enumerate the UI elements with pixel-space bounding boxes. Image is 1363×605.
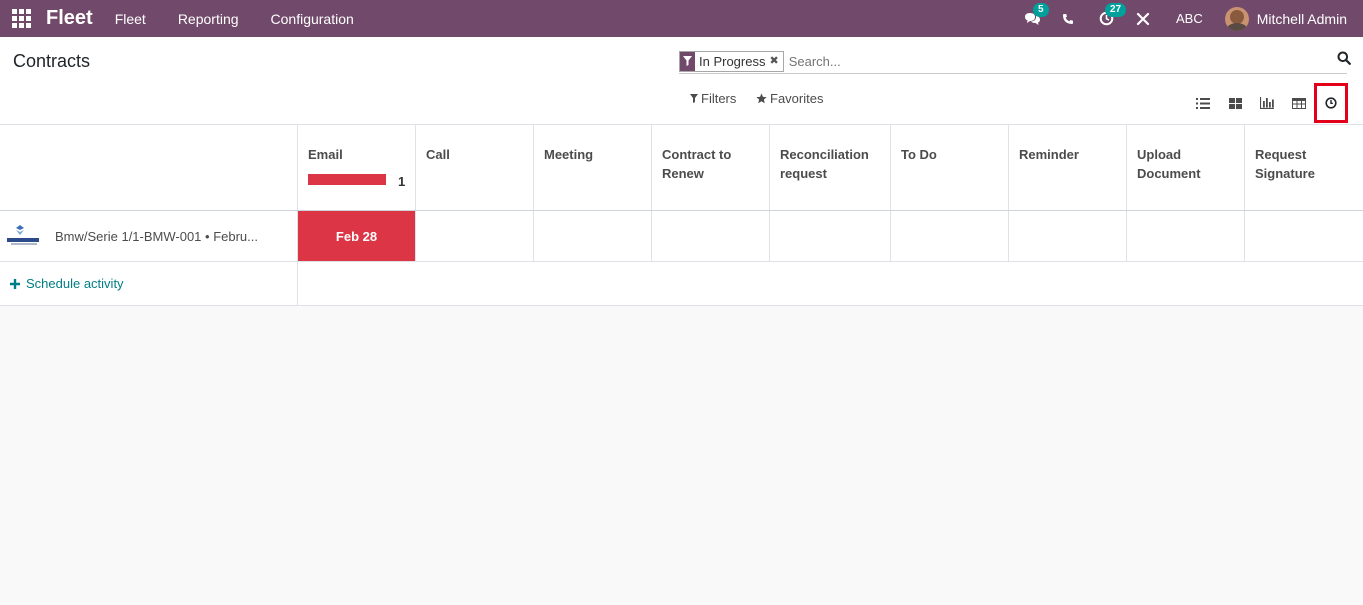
user-menu[interactable]: Mitchell Admin	[1257, 11, 1347, 27]
col-email-label: Email	[308, 147, 343, 162]
col-upload-document-label: Upload Document	[1137, 147, 1201, 181]
company-switcher[interactable]: ABC	[1176, 11, 1203, 26]
app-brand[interactable]: Fleet	[46, 7, 93, 30]
search-button[interactable]	[1337, 51, 1351, 68]
graph-view-icon	[1260, 97, 1274, 109]
filters-button[interactable]: Filters	[690, 91, 736, 106]
phone-icon	[1063, 13, 1073, 24]
col-to-do: To Do	[891, 125, 1009, 210]
user-avatar[interactable]	[1224, 6, 1249, 31]
messages-button[interactable]: 5	[1014, 0, 1050, 37]
activity-table: Email 1 Call Meeting Contract to Renew R…	[0, 125, 1363, 306]
menu-configuration[interactable]: Configuration	[271, 11, 354, 27]
record-header-cell	[0, 125, 298, 210]
schedule-row: Schedule activity	[0, 262, 1363, 306]
meeting-activity-cell[interactable]	[534, 211, 652, 261]
list-view-button[interactable]	[1187, 91, 1219, 115]
upload-document-activity-cell[interactable]	[1127, 211, 1245, 261]
col-to-do-label: To Do	[901, 147, 937, 162]
graph-view-button[interactable]	[1251, 91, 1283, 115]
activity-view-icon	[1325, 97, 1337, 109]
top-navbar: Fleet Fleet Reporting Configuration 5 27	[0, 0, 1363, 37]
vehicle-logo	[7, 224, 39, 248]
col-request-signature: Request Signature	[1245, 125, 1363, 210]
phone-button[interactable]	[1050, 0, 1086, 37]
filter-icon	[690, 94, 698, 103]
facet-value: In Progress	[699, 53, 766, 69]
activities-button[interactable]: 27	[1086, 0, 1127, 37]
email-activity-cell[interactable]: Feb 28	[298, 211, 416, 261]
filter-facet-icon	[680, 51, 695, 71]
schedule-empty-cell	[298, 262, 1363, 305]
col-meeting: Meeting	[534, 125, 652, 210]
schedule-activity-link[interactable]: Schedule activity	[0, 262, 297, 305]
star-icon	[756, 93, 767, 104]
favorites-label: Favorites	[770, 91, 824, 106]
col-contract-to-renew-label: Contract to Renew	[662, 147, 732, 181]
messages-badge: 5	[1033, 3, 1049, 17]
pivot-view-button[interactable]	[1283, 91, 1315, 115]
schedule-activity-label: Schedule activity	[26, 276, 124, 291]
email-count: 1	[398, 174, 406, 189]
col-email[interactable]: Email 1	[298, 125, 416, 210]
activity-view-button[interactable]	[1314, 83, 1348, 123]
apps-menu-button[interactable]	[0, 0, 42, 37]
search-facet[interactable]: In Progress ✖	[679, 50, 784, 72]
email-progress-bar[interactable]	[308, 174, 386, 185]
pivot-view-icon	[1292, 97, 1306, 109]
menu-reporting[interactable]: Reporting	[178, 11, 239, 27]
activities-badge: 27	[1105, 3, 1127, 17]
activity-header-row: Email 1 Call Meeting Contract to Renew R…	[0, 125, 1363, 211]
reminder-activity-cell[interactable]	[1009, 211, 1127, 261]
activity-deadline: Feb 28	[298, 211, 415, 261]
record-cell[interactable]: Bmw/Serie 1/1-BMW-001 • Febru...	[0, 211, 298, 261]
search-icon	[1337, 51, 1351, 65]
plus-icon	[10, 278, 20, 289]
search-bar: In Progress ✖	[679, 49, 1351, 74]
col-reconciliation-request: Reconciliation request	[770, 125, 891, 210]
col-call-label: Call	[426, 147, 450, 162]
kanban-view-icon	[1228, 97, 1242, 109]
page-title: Contracts	[13, 51, 91, 71]
kanban-view-button[interactable]	[1219, 91, 1251, 115]
col-reconciliation-request-label: Reconciliation request	[780, 147, 869, 181]
contract-to-renew-activity-cell[interactable]	[652, 211, 770, 261]
to-do-activity-cell[interactable]	[891, 211, 1009, 261]
debug-tools-button[interactable]	[1126, 0, 1160, 37]
col-reminder-label: Reminder	[1019, 147, 1079, 162]
search-input[interactable]	[788, 53, 1329, 69]
col-reminder: Reminder	[1009, 125, 1127, 210]
table-row: Bmw/Serie 1/1-BMW-001 • Febru... Feb 28	[0, 211, 1363, 262]
control-panel: Contracts In Progress ✖ Filters Favorite…	[0, 37, 1363, 125]
call-activity-cell[interactable]	[416, 211, 534, 261]
request-signature-activity-cell[interactable]	[1245, 211, 1363, 261]
reconciliation-activity-cell[interactable]	[770, 211, 891, 261]
view-switcher	[1187, 83, 1348, 123]
col-upload-document: Upload Document	[1127, 125, 1245, 210]
apps-grid-icon	[11, 9, 31, 28]
list-view-icon	[1196, 97, 1210, 109]
debug-tools-icon	[1136, 12, 1150, 25]
col-call: Call	[416, 125, 534, 210]
record-name: Bmw/Serie 1/1-BMW-001 • Febru...	[55, 228, 258, 244]
remove-facet-icon[interactable]: ✖	[769, 52, 782, 71]
col-contract-to-renew: Contract to Renew	[652, 125, 770, 210]
filters-label: Filters	[701, 91, 737, 106]
menu-fleet[interactable]: Fleet	[115, 11, 146, 27]
col-request-signature-label: Request Signature	[1255, 147, 1315, 181]
col-meeting-label: Meeting	[544, 147, 594, 162]
schedule-cell: Schedule activity	[0, 262, 298, 305]
favorites-button[interactable]: Favorites	[756, 91, 823, 106]
